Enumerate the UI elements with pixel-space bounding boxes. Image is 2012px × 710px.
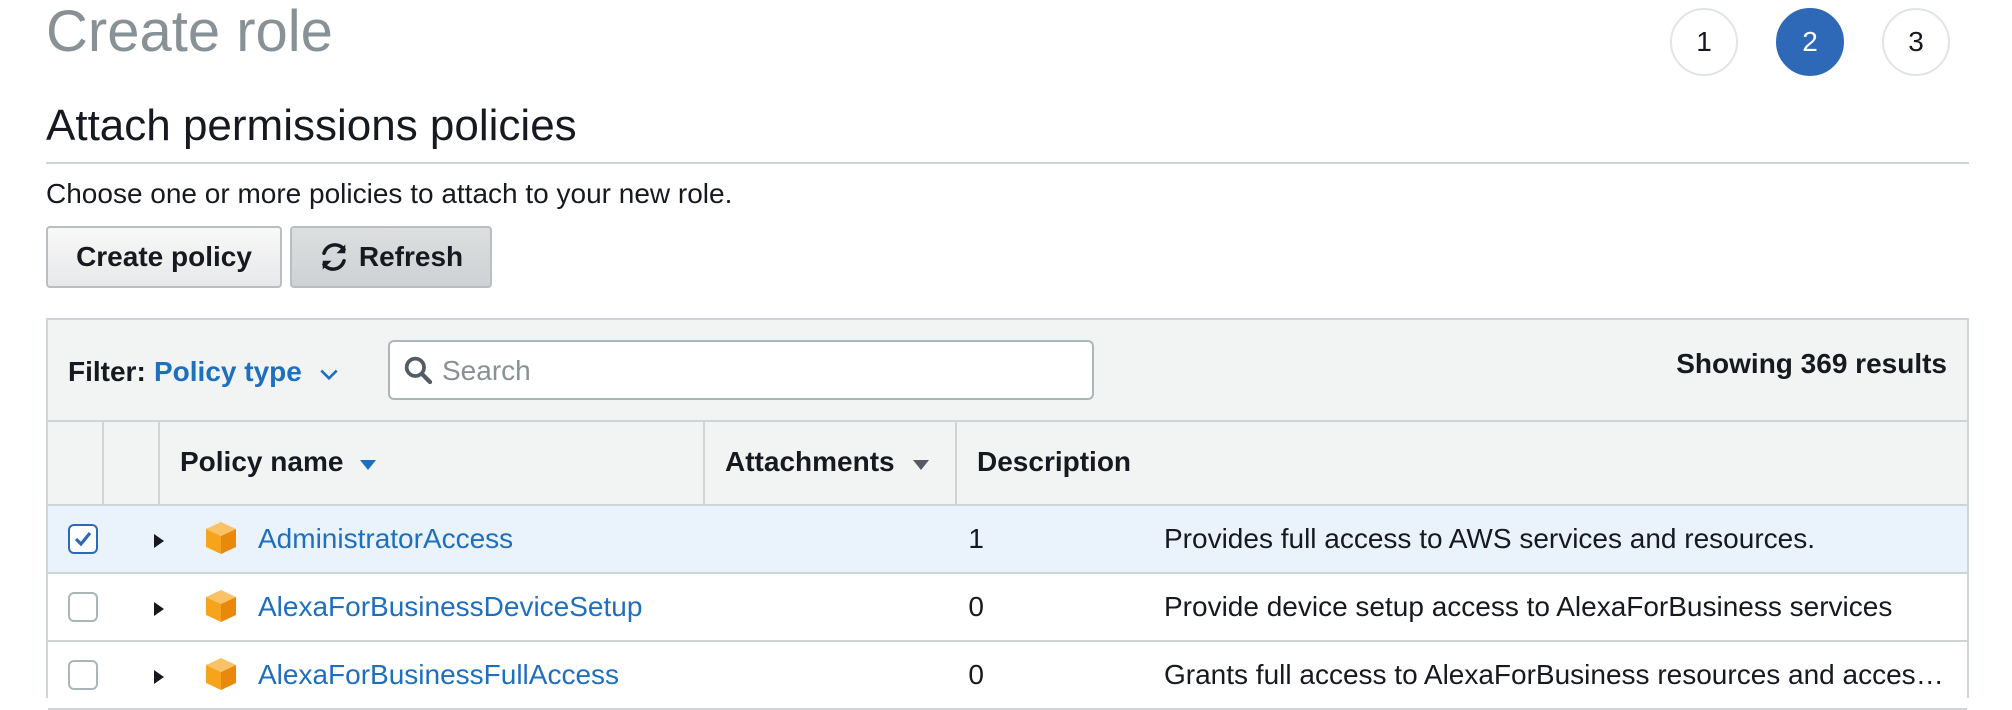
caret-right-icon[interactable] bbox=[152, 532, 166, 550]
create-policy-label: Create policy bbox=[76, 241, 252, 272]
refresh-icon bbox=[322, 243, 346, 271]
policy-name-link[interactable]: AlexaForBusinessFullAccess bbox=[258, 659, 619, 691]
policy-description: Provide device setup access to AlexaForB… bbox=[1164, 591, 1893, 622]
step-2-active[interactable]: 2 bbox=[1776, 8, 1844, 76]
help-text: Choose one or more policies to attach to… bbox=[46, 178, 733, 209]
step-3[interactable]: 3 bbox=[1882, 8, 1950, 76]
policy-name-link[interactable]: AdministratorAccess bbox=[258, 523, 513, 555]
filter-label: Filter: bbox=[68, 356, 146, 387]
description-header: Description bbox=[957, 422, 1967, 504]
check-icon bbox=[74, 531, 92, 547]
attachments-count: 1 bbox=[968, 523, 984, 554]
attachments-count: 0 bbox=[968, 591, 984, 622]
attachments-header-label: Attachments bbox=[725, 446, 895, 477]
page-title: Create role bbox=[46, 0, 333, 64]
policies-table: Filter: Policy type Showing 369 results … bbox=[46, 318, 1969, 710]
policy-name-header[interactable]: Policy name bbox=[160, 422, 705, 504]
sort-down-icon[interactable] bbox=[911, 458, 931, 472]
row-checkbox[interactable] bbox=[68, 660, 98, 690]
select-all-header bbox=[48, 422, 104, 504]
row-checkbox[interactable] bbox=[68, 524, 98, 554]
policy-name-link[interactable]: AlexaForBusinessDeviceSetup bbox=[258, 591, 642, 623]
wizard-steps: 1 2 3 bbox=[1670, 8, 1952, 78]
refresh-label: Refresh bbox=[358, 241, 464, 272]
table-row[interactable]: AlexaForBusinessFullAccess 0 Grants full… bbox=[48, 642, 1967, 710]
expand-header bbox=[104, 422, 160, 504]
results-count: Showing 369 results bbox=[1676, 348, 1947, 379]
search-input[interactable] bbox=[440, 350, 1084, 392]
policy-description: Provides full access to AWS services and… bbox=[1164, 523, 1815, 554]
section-heading: Attach permissions policies bbox=[46, 101, 577, 150]
table-row[interactable]: AdministratorAccess 1 Provides full acce… bbox=[48, 506, 1967, 574]
search-icon bbox=[404, 356, 433, 385]
create-policy-button[interactable]: Create policy bbox=[46, 226, 282, 288]
package-icon bbox=[206, 658, 236, 690]
policy-description: Grants full access to AlexaForBusiness r… bbox=[1164, 659, 1950, 690]
row-checkbox[interactable] bbox=[68, 592, 98, 622]
step-1[interactable]: 1 bbox=[1670, 8, 1738, 76]
package-icon bbox=[206, 522, 236, 554]
attachments-header[interactable]: Attachments bbox=[705, 422, 957, 504]
search-box[interactable] bbox=[388, 340, 1094, 400]
sort-down-icon[interactable] bbox=[358, 458, 378, 472]
package-icon bbox=[206, 590, 236, 622]
chevron-down-icon[interactable] bbox=[318, 364, 340, 386]
table-row[interactable]: AlexaForBusinessDeviceSetup 0 Provide de… bbox=[48, 574, 1967, 642]
policy-type-filter[interactable]: Policy type bbox=[154, 356, 302, 388]
table-header: Policy name Attachments Description bbox=[48, 422, 1967, 506]
attachments-count: 0 bbox=[968, 659, 984, 690]
refresh-button[interactable]: Refresh bbox=[290, 226, 492, 288]
filter-bar: Filter: Policy type Showing 369 results bbox=[48, 320, 1967, 422]
section-divider bbox=[46, 162, 1969, 164]
description-header-label: Description bbox=[977, 446, 1132, 477]
policy-name-header-label: Policy name bbox=[180, 446, 344, 477]
caret-right-icon[interactable] bbox=[152, 668, 166, 686]
caret-right-icon[interactable] bbox=[152, 600, 166, 618]
